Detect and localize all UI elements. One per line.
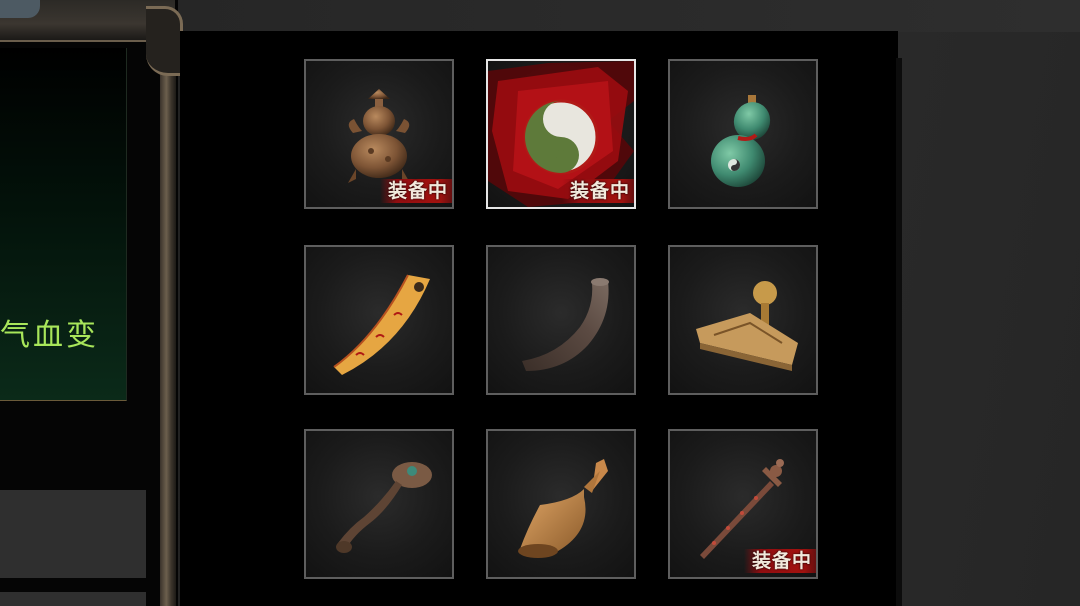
game-screen: 气血变 装备中 装备中 装备中 [0,0,1080,606]
seal-stamp-icon [696,281,798,371]
talisman-scroll-icon [333,274,430,375]
jade-gourd-icon [711,95,771,187]
attribute-text: 气血变 [0,318,99,353]
inventory-slot[interactable]: 装备中 [304,59,454,209]
bell-icon [518,459,608,558]
horn-icon [522,278,609,371]
inventory-slot[interactable] [668,245,818,395]
inventory-slot[interactable] [668,59,818,209]
left-tab-block[interactable] [0,490,146,578]
attribute-box: 气血变 [0,48,127,401]
inventory-slot-selected[interactable]: 装备中 [486,59,636,209]
equipped-badge: 装备中 [379,179,452,203]
inventory-slot[interactable]: 装备中 [668,429,818,579]
ruyi-scepter-icon [336,462,432,553]
inventory-panel-edge [896,58,902,606]
inventory-slot[interactable] [486,245,636,395]
inventory-slot[interactable] [304,245,454,395]
top-strip [160,0,1080,32]
left-tab-block[interactable] [0,592,146,606]
inventory-slot[interactable] [486,429,636,579]
equipped-badge: 装备中 [743,549,816,573]
panel-frame-side [160,20,176,606]
equipped-badge: 装备中 [561,179,634,203]
left-info-panel: 气血变 [0,0,183,606]
inventory-slot[interactable] [304,429,454,579]
frame-ornament-icon [146,6,183,76]
